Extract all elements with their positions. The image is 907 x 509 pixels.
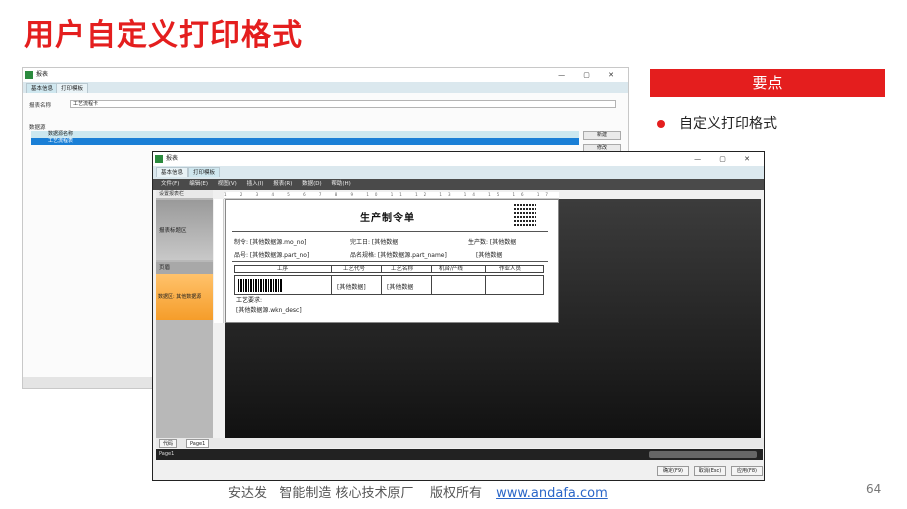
cell-craft-code[interactable]: [其他数据] [337, 282, 366, 291]
datasource-row[interactable]: 工艺流程表 [31, 138, 579, 145]
cancel-button[interactable]: 取消(Esc) [694, 466, 726, 476]
app-icon [25, 71, 33, 79]
datasource-label: 数据源 [29, 125, 46, 131]
title-bar: 报表 — ▢ ✕ [153, 152, 764, 166]
band-page-header[interactable]: 页眉 [156, 262, 213, 274]
field-order[interactable]: 制令: [其他数据源.mo_no] [234, 237, 307, 246]
bullet-icon [657, 120, 665, 128]
requirement-value[interactable]: [其他数据源.wkn_desc] [236, 306, 302, 316]
horizontal-ruler: 1 2 3 4 5 6 7 8 9 10 11 12 13 14 15 16 1… [224, 192, 559, 199]
slide-title: 用户自定义打印格式 [24, 18, 303, 53]
key-points-header: 要点 [650, 69, 885, 97]
menu-data[interactable]: 数据(D) [302, 181, 322, 187]
key-point-item: 自定义打印格式 [657, 113, 777, 133]
band-report-title[interactable]: 报表标题区 [156, 200, 213, 260]
app-icon [155, 155, 163, 163]
apply-button[interactable]: 应用(F8) [731, 466, 763, 476]
divider [232, 261, 548, 262]
band-panel: 设置报表栏 报表标题区 页眉 数据区: 其他数据源 [156, 190, 213, 438]
title-bar: 报表 — ▢ ✕ [23, 68, 628, 82]
divider [232, 231, 548, 232]
barcode-icon[interactable] [238, 279, 282, 292]
tab-basic-info[interactable]: 基本信息 [156, 167, 189, 177]
field-part-name[interactable]: 品名规格: [其他数据源.part_name] [350, 250, 447, 259]
qr-code-pattern [514, 204, 536, 226]
page-tabs: 代码 Page1 [156, 438, 764, 448]
band-report-title-label: 报表标题区 [159, 228, 187, 234]
menu-report[interactable]: 报表(R) [273, 181, 292, 187]
band-data[interactable]: 数据区: 其他数据源 [156, 274, 213, 320]
cell-craft-name[interactable]: [其他数据 [387, 282, 413, 291]
tab-basic-info[interactable]: 基本信息 [26, 83, 59, 93]
menu-view[interactable]: 视图(V) [218, 181, 237, 187]
band-panel-caption: 设置报表栏 [156, 190, 213, 198]
requirement-label: 工艺要求: [236, 297, 263, 304]
footer-link[interactable]: www.andafa.com [496, 486, 608, 501]
status-page: Page1 [159, 451, 175, 457]
tab-code[interactable]: 代码 [159, 439, 178, 448]
window-controls[interactable]: — ▢ ✕ [558, 68, 622, 82]
menu-edit[interactable]: 编辑(E) [189, 181, 208, 187]
menu-bar: 文件(F) 编辑(E) 视图(V) 插入(I) 报表(R) 数据(D) 帮助(H… [153, 179, 764, 190]
table-header: 工序 工艺代号 工艺名称 机台/产线 作业人员 [234, 265, 544, 273]
table-row: [其他数据] [其他数据 [234, 275, 544, 295]
datasource-grid-header: 数据源名称 [31, 131, 579, 138]
tab-page1[interactable]: Page1 [186, 439, 210, 448]
tab-print-template[interactable]: 打印模板 [188, 167, 221, 177]
field-part-no[interactable]: 品号: [其他数据源.part_no] [234, 250, 309, 259]
page-number: 64 [866, 482, 882, 496]
field-extra[interactable]: [其他数据 [476, 250, 502, 259]
requirement-block: 工艺要求: [其他数据源.wkn_desc] [236, 296, 302, 316]
tab-bar: 基本信息 打印模板 [153, 166, 764, 179]
report-name-label: 报表名称 [29, 103, 52, 109]
footer-text: 安达发 智能制造 核心技术原厂 版权所有 [228, 486, 483, 501]
report-title[interactable]: 生产制令单 [360, 209, 415, 224]
footer: 安达发 智能制造 核心技术原厂 版权所有 www.andafa.com [228, 482, 608, 501]
window-controls[interactable]: — ▢ ✕ [694, 152, 758, 166]
col-machine[interactable]: 机台/产线 [439, 266, 463, 273]
key-point-text: 自定义打印格式 [679, 116, 777, 132]
new-button[interactable]: 新建 [583, 131, 621, 140]
band-data-label: 数据区: 其他数据源 [158, 294, 202, 300]
col-craft-code[interactable]: 工艺代号 [343, 266, 365, 273]
menu-file[interactable]: 文件(F) [161, 181, 179, 187]
col-operator[interactable]: 作业人员 [499, 266, 521, 273]
zoom-slider[interactable] [649, 451, 757, 458]
window-title: 报表 [36, 71, 49, 78]
report-name-input[interactable]: 工艺流程卡 [70, 100, 616, 108]
report-paper: 生产制令单 制令: [其他数据源.mo_no] 完工日: [其他数据 生产数: … [225, 199, 559, 323]
tab-print-template[interactable]: 打印模板 [56, 83, 89, 93]
col-craft-name[interactable]: 工艺名称 [391, 266, 413, 273]
field-quantity[interactable]: 生产数: [其他数据 [468, 237, 516, 246]
report-window-front: 报表 — ▢ ✕ 基本信息 打印模板 文件(F) 编辑(E) 视图(V) 插入(… [152, 151, 765, 481]
vertical-ruler [214, 199, 224, 323]
menu-insert[interactable]: 插入(I) [247, 181, 264, 187]
field-finish-date[interactable]: 完工日: [其他数据 [350, 237, 398, 246]
status-bar: Page1 [156, 449, 763, 460]
menu-help[interactable]: 帮助(H) [331, 181, 350, 187]
col-process[interactable]: 工序 [277, 266, 288, 273]
tab-bar: 基本信息 打印模板 [23, 82, 628, 93]
window-title: 报表 [166, 155, 179, 162]
ok-button[interactable]: 确定(F9) [657, 466, 689, 476]
